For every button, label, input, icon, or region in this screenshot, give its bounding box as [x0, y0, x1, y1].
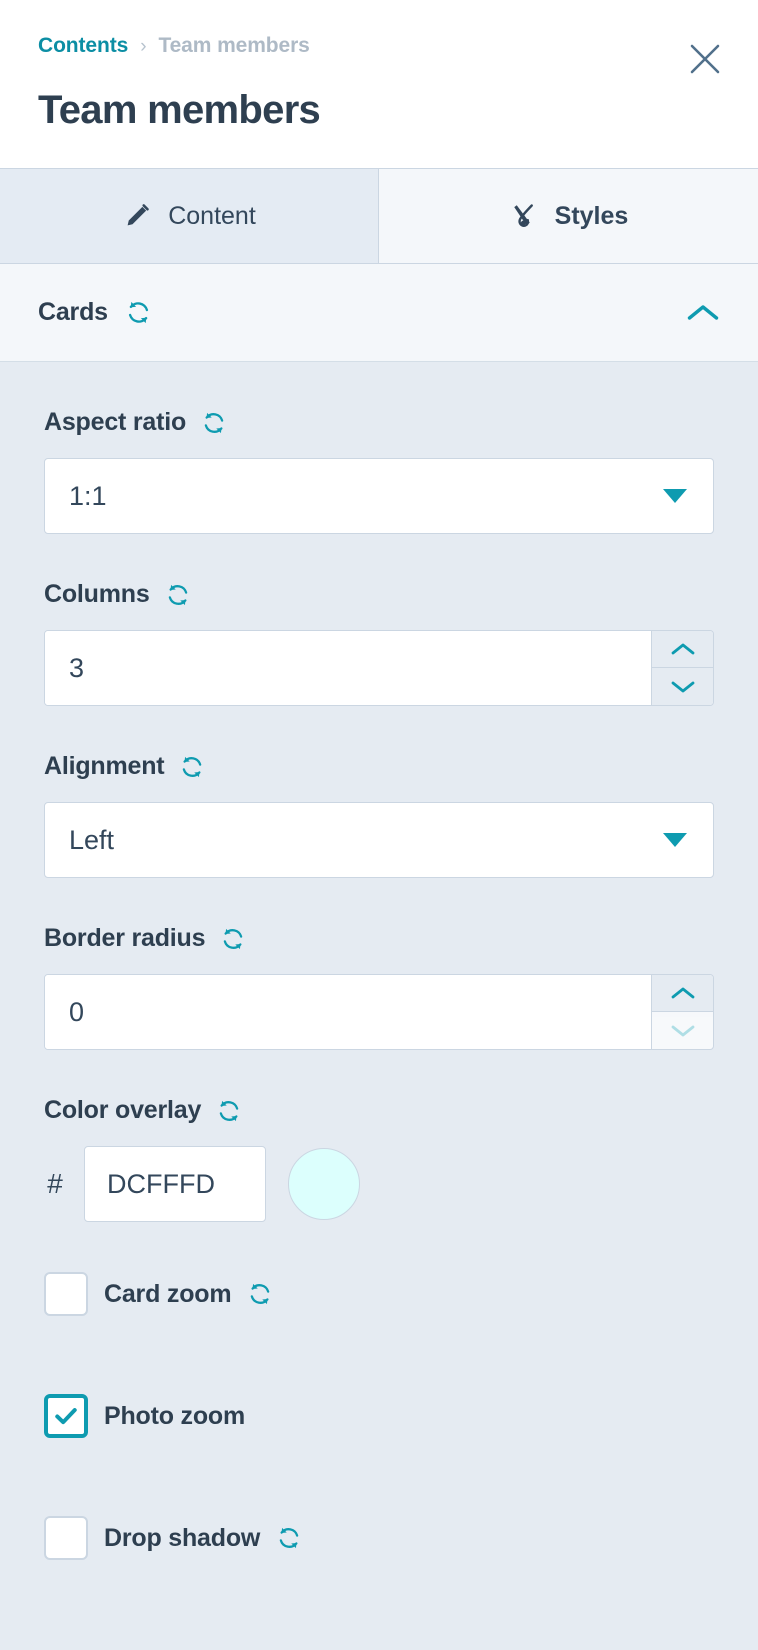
- field-label-row: Alignment: [44, 752, 714, 781]
- tab-content-label: Content: [168, 201, 256, 230]
- aspect-ratio-select[interactable]: 1:1: [44, 458, 714, 534]
- aspect-ratio-value: 1:1: [69, 480, 107, 511]
- page-title: Team members: [38, 88, 321, 132]
- border-radius-stepper: 0: [44, 974, 714, 1050]
- chevron-up-icon[interactable]: [686, 302, 720, 324]
- close-icon: [690, 44, 720, 74]
- card-zoom-checkbox[interactable]: [44, 1272, 88, 1316]
- section-header-cards[interactable]: Cards: [0, 264, 758, 362]
- hash-prefix: #: [47, 1168, 63, 1199]
- panel-body: Aspect ratio 1:1 Columns 3 Alignment Lef…: [0, 362, 758, 1650]
- breadcrumb: Contents › Team members: [38, 34, 720, 58]
- tab-styles[interactable]: Styles: [379, 169, 758, 264]
- columns-input[interactable]: 3: [45, 631, 651, 705]
- photo-zoom-checkbox[interactable]: [44, 1394, 88, 1438]
- paintbrush-icon: [509, 201, 539, 231]
- field-label-columns: Columns: [44, 580, 150, 608]
- checkbox-card-zoom-row: Card zoom: [44, 1268, 714, 1320]
- field-aspect-ratio: Aspect ratio 1:1: [44, 408, 714, 534]
- close-button[interactable]: [682, 36, 728, 82]
- field-label-row: Border radius: [44, 924, 714, 953]
- field-label-color-overlay: Color overlay: [44, 1096, 202, 1124]
- tab-content[interactable]: Content: [0, 169, 379, 264]
- field-label-row: Color overlay: [44, 1096, 714, 1125]
- pencil-icon: [122, 201, 152, 231]
- field-label-border-radius: Border radius: [44, 924, 206, 952]
- breadcrumb-current: Team members: [158, 34, 310, 57]
- reset-icon[interactable]: [125, 299, 152, 326]
- chevron-down-icon: [663, 833, 687, 847]
- checkbox-drop-shadow-row: Drop shadow: [44, 1512, 714, 1564]
- field-alignment: Alignment Left: [44, 752, 714, 878]
- section-title: Cards: [38, 298, 108, 326]
- border-radius-input[interactable]: 0: [45, 975, 651, 1049]
- reset-icon[interactable]: [276, 1525, 302, 1551]
- field-border-radius: Border radius 0: [44, 924, 714, 1050]
- columns-increment-button[interactable]: [652, 631, 713, 668]
- field-label-row: Columns: [44, 580, 714, 609]
- breadcrumb-link-contents[interactable]: Contents: [38, 34, 128, 58]
- reset-icon[interactable]: [220, 926, 246, 952]
- color-hex-input[interactable]: DCFFFD: [84, 1146, 266, 1222]
- photo-zoom-label: Photo zoom: [104, 1401, 246, 1430]
- field-label-row: Aspect ratio: [44, 408, 714, 437]
- reset-icon[interactable]: [247, 1281, 273, 1307]
- checkmark-icon: [55, 1408, 77, 1425]
- module-editor-panel: Contents › Team members Team members Con…: [0, 0, 758, 1650]
- drop-shadow-checkbox[interactable]: [44, 1516, 88, 1560]
- field-label-aspect-ratio: Aspect ratio: [44, 408, 187, 436]
- stepper-buttons: [651, 975, 713, 1049]
- color-overlay-row: # DCFFFD: [44, 1146, 714, 1222]
- alignment-select[interactable]: Left: [44, 802, 714, 878]
- chevron-down-icon: [663, 489, 687, 503]
- drop-shadow-label: Drop shadow: [104, 1523, 261, 1552]
- reset-icon[interactable]: [216, 1098, 242, 1124]
- field-color-overlay: Color overlay # DCFFFD: [44, 1096, 714, 1222]
- panel-header: Contents › Team members Team members: [0, 0, 758, 168]
- tab-styles-label: Styles: [554, 201, 629, 230]
- editor-tabs: Content Styles: [0, 168, 758, 264]
- color-swatch[interactable]: [288, 1148, 360, 1220]
- field-label-alignment: Alignment: [44, 752, 165, 780]
- field-columns: Columns 3: [44, 580, 714, 706]
- columns-stepper: 3: [44, 630, 714, 706]
- reset-icon[interactable]: [201, 410, 227, 436]
- card-zoom-label: Card zoom: [104, 1279, 232, 1308]
- border-radius-increment-button[interactable]: [652, 975, 713, 1012]
- stepper-buttons: [651, 631, 713, 705]
- breadcrumb-separator-icon: ›: [140, 35, 147, 57]
- columns-decrement-button[interactable]: [652, 668, 713, 705]
- checkbox-photo-zoom-row: Photo zoom: [44, 1390, 714, 1442]
- reset-icon[interactable]: [179, 754, 205, 780]
- reset-icon[interactable]: [165, 582, 191, 608]
- alignment-value: Left: [69, 824, 115, 855]
- border-radius-decrement-button[interactable]: [652, 1012, 713, 1049]
